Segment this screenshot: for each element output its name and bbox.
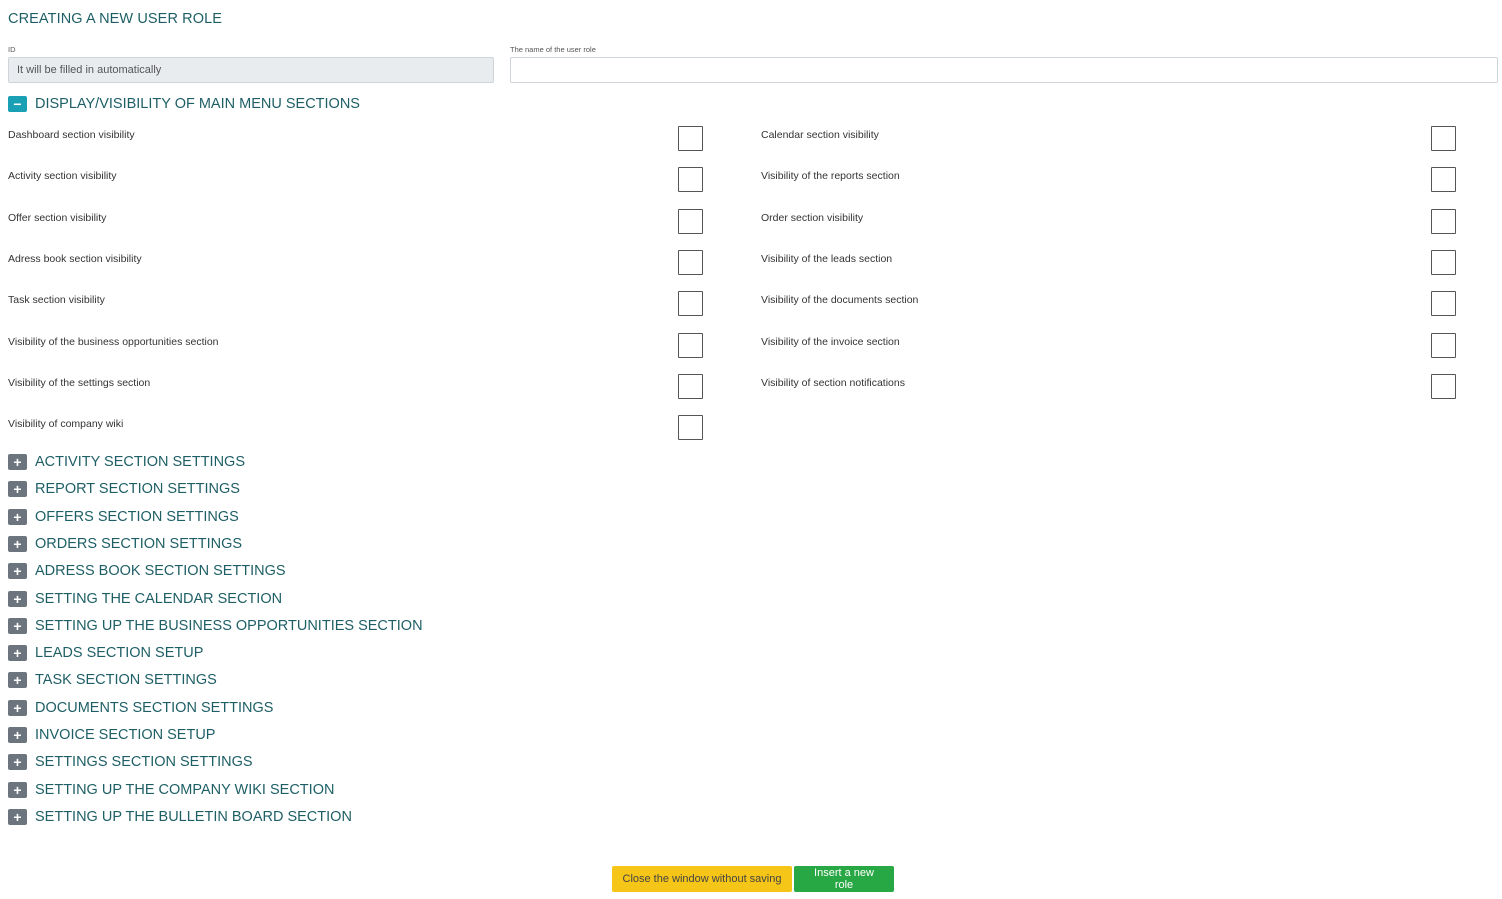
collapsed-section-header[interactable]: + ORDERS SECTION SETTINGS: [8, 534, 242, 554]
visibility-checkbox[interactable]: [678, 374, 703, 399]
id-field: It will be filled in automatically: [8, 57, 494, 83]
expand-icon[interactable]: +: [8, 808, 27, 825]
collapse-icon[interactable]: −: [8, 96, 27, 112]
visibility-label: Visibility of the settings section: [8, 377, 151, 389]
visibility-label: Visibility of the business opportunities…: [8, 336, 219, 348]
visibility-checkbox[interactable]: [678, 415, 703, 440]
section-title: ACTIVITY SECTION SETTINGS: [35, 454, 246, 470]
visibility-checkbox[interactable]: [1431, 126, 1456, 151]
expand-icon[interactable]: +: [8, 454, 27, 470]
main-menu-visibility-header[interactable]: − DISPLAY/VISIBILITY OF MAIN MENU SECTIO…: [8, 94, 360, 114]
section-title: ADRESS BOOK SECTION SETTINGS: [35, 563, 286, 580]
section-title: SETTING THE CALENDAR SECTION: [35, 590, 283, 607]
visibility-checkbox[interactable]: [678, 291, 703, 316]
section-title: SETTING UP THE BULLETIN BOARD SECTION: [35, 808, 352, 825]
visibility-label: Order section visibility: [761, 212, 864, 224]
section-title: SETTING UP THE COMPANY WIKI SECTION: [35, 781, 335, 798]
visibility-checkbox[interactable]: [678, 250, 703, 275]
visibility-label: Activity section visibility: [8, 170, 117, 182]
role-name-label: The name of the user role: [510, 45, 596, 54]
section-title: DISPLAY/VISIBILITY OF MAIN MENU SECTIONS: [35, 96, 360, 112]
collapsed-section-header[interactable]: + INVOICE SECTION SETUP: [8, 725, 215, 745]
visibility-label: Adress book section visibility: [8, 253, 142, 265]
collapsed-section-header[interactable]: + ADRESS BOOK SECTION SETTINGS: [8, 561, 286, 581]
expand-icon[interactable]: +: [8, 727, 27, 743]
visibility-checkbox[interactable]: [1431, 374, 1456, 399]
section-title: REPORT SECTION SETTINGS: [35, 481, 240, 498]
visibility-label: Visibility of the invoice section: [761, 336, 900, 348]
visibility-label: Offer section visibility: [8, 212, 107, 224]
visibility-checkbox[interactable]: [1431, 333, 1456, 358]
page-title: CREATING A NEW USER ROLE: [8, 11, 223, 27]
visibility-checkbox[interactable]: [1431, 167, 1456, 192]
collapsed-section-header[interactable]: + REPORT SECTION SETTINGS: [8, 479, 240, 499]
visibility-label: Calendar section visibility: [761, 129, 879, 141]
section-title: DOCUMENTS SECTION SETTINGS: [35, 699, 274, 716]
id-label: ID: [8, 45, 16, 54]
collapsed-section-header[interactable]: + SETTING UP THE BULLETIN BOARD SECTION: [8, 807, 352, 827]
visibility-checkbox[interactable]: [678, 333, 703, 358]
visibility-checkbox[interactable]: [678, 126, 703, 151]
collapsed-section-header[interactable]: + OFFERS SECTION SETTINGS: [8, 507, 239, 527]
visibility-checkbox[interactable]: [1431, 250, 1456, 275]
expand-icon[interactable]: +: [8, 754, 27, 771]
collapsed-section-header[interactable]: + SETTING UP THE BUSINESS OPPORTUNITIES S…: [8, 616, 423, 636]
visibility-label: Task section visibility: [8, 294, 105, 306]
collapsed-section-header[interactable]: + DOCUMENTS SECTION SETTINGS: [8, 698, 273, 718]
section-title: OFFERS SECTION SETTINGS: [35, 508, 239, 525]
visibility-checkbox[interactable]: [678, 209, 703, 234]
expand-icon[interactable]: +: [8, 672, 27, 689]
visibility-label: Visibility of section notifications: [761, 377, 905, 389]
insert-new-role-button[interactable]: Insert a new role: [794, 866, 894, 892]
visibility-checkbox[interactable]: [1431, 291, 1456, 316]
expand-icon[interactable]: +: [8, 508, 27, 525]
collapsed-section-header[interactable]: + ACTIVITY SECTION SETTINGS: [8, 452, 245, 472]
collapsed-section-header[interactable]: + SETTING THE CALENDAR SECTION: [8, 589, 282, 609]
visibility-label: Visibility of the documents section: [761, 294, 919, 306]
section-title: INVOICE SECTION SETUP: [35, 727, 216, 743]
section-title: TASK SECTION SETTINGS: [35, 672, 217, 689]
expand-icon[interactable]: +: [8, 617, 27, 634]
expand-icon[interactable]: +: [8, 535, 27, 552]
close-without-saving-button[interactable]: Close the window without saving: [612, 866, 792, 892]
expand-icon[interactable]: +: [8, 481, 27, 498]
visibility-label: Visibility of the reports section: [761, 170, 900, 182]
visibility-label: Visibility of company wiki: [8, 418, 124, 430]
visibility-checkbox[interactable]: [1431, 209, 1456, 234]
expand-icon[interactable]: +: [8, 563, 27, 580]
collapsed-section-header[interactable]: + SETTINGS SECTION SETTINGS: [8, 752, 253, 772]
section-title: ORDERS SECTION SETTINGS: [35, 535, 243, 552]
collapsed-section-header[interactable]: + SETTING UP THE COMPANY WIKI SECTION: [8, 780, 334, 800]
collapsed-section-header[interactable]: + LEADS SECTION SETUP: [8, 643, 203, 663]
expand-icon[interactable]: +: [8, 590, 27, 607]
expand-icon[interactable]: +: [8, 781, 27, 798]
visibility-label: Dashboard section visibility: [8, 129, 135, 141]
section-title: SETTINGS SECTION SETTINGS: [35, 754, 253, 771]
role-name-input[interactable]: [510, 57, 1498, 83]
visibility-label: Visibility of the leads section: [761, 253, 893, 265]
expand-icon[interactable]: +: [8, 699, 27, 716]
expand-icon[interactable]: +: [8, 645, 27, 662]
section-title: SETTING UP THE BUSINESS OPPORTUNITIES SE…: [35, 617, 423, 634]
section-title: LEADS SECTION SETUP: [35, 645, 204, 662]
collapsed-section-header[interactable]: + TASK SECTION SETTINGS: [8, 670, 217, 690]
visibility-checkbox[interactable]: [678, 167, 703, 192]
